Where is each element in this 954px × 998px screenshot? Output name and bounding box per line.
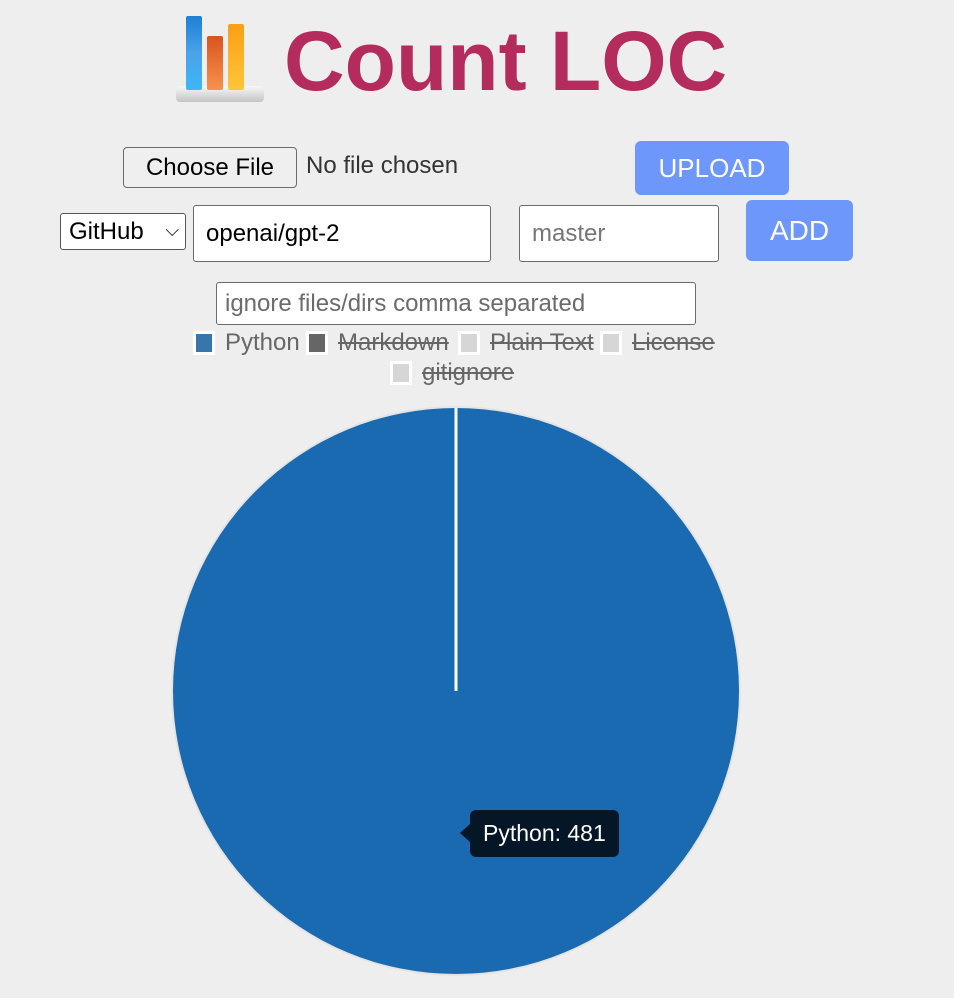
upload-button[interactable]: UPLOAD [635,141,789,195]
page-title: Count LOC [284,14,728,108]
file-status: No file chosen [306,152,459,179]
header: Count LOC [0,0,954,120]
legend-label: License [632,329,715,356]
pie-chart [171,406,741,976]
legend-item-python[interactable]: Python [193,328,300,358]
legend-swatch [600,331,622,355]
bar-chart-icon [176,16,264,102]
repo-input[interactable]: openai/gpt-2 [193,205,491,262]
add-button[interactable]: ADD [746,200,853,261]
legend-label: Plain Text [490,329,594,356]
source-select-value: GitHub [69,217,144,245]
choose-file-button[interactable]: Choose File [123,147,297,188]
branch-input[interactable]: master [519,205,719,262]
legend-item-markdown[interactable]: Markdown [306,328,449,358]
chevron-down-icon: ⌵ [165,220,179,240]
legend-label: Markdown [338,329,449,356]
legend-item-plain-text[interactable]: Plain Text [458,328,594,358]
source-select[interactable]: GitHub ⌵ [60,213,186,250]
chart-tooltip: Python: 481 [460,810,619,857]
legend-swatch [458,331,480,355]
legend-swatch [193,331,215,355]
legend-swatch [306,331,328,355]
legend-item-license[interactable]: License [600,328,715,358]
legend-label: Python [225,329,300,356]
ignore-input[interactable]: ignore files/dirs comma separated [216,282,696,325]
